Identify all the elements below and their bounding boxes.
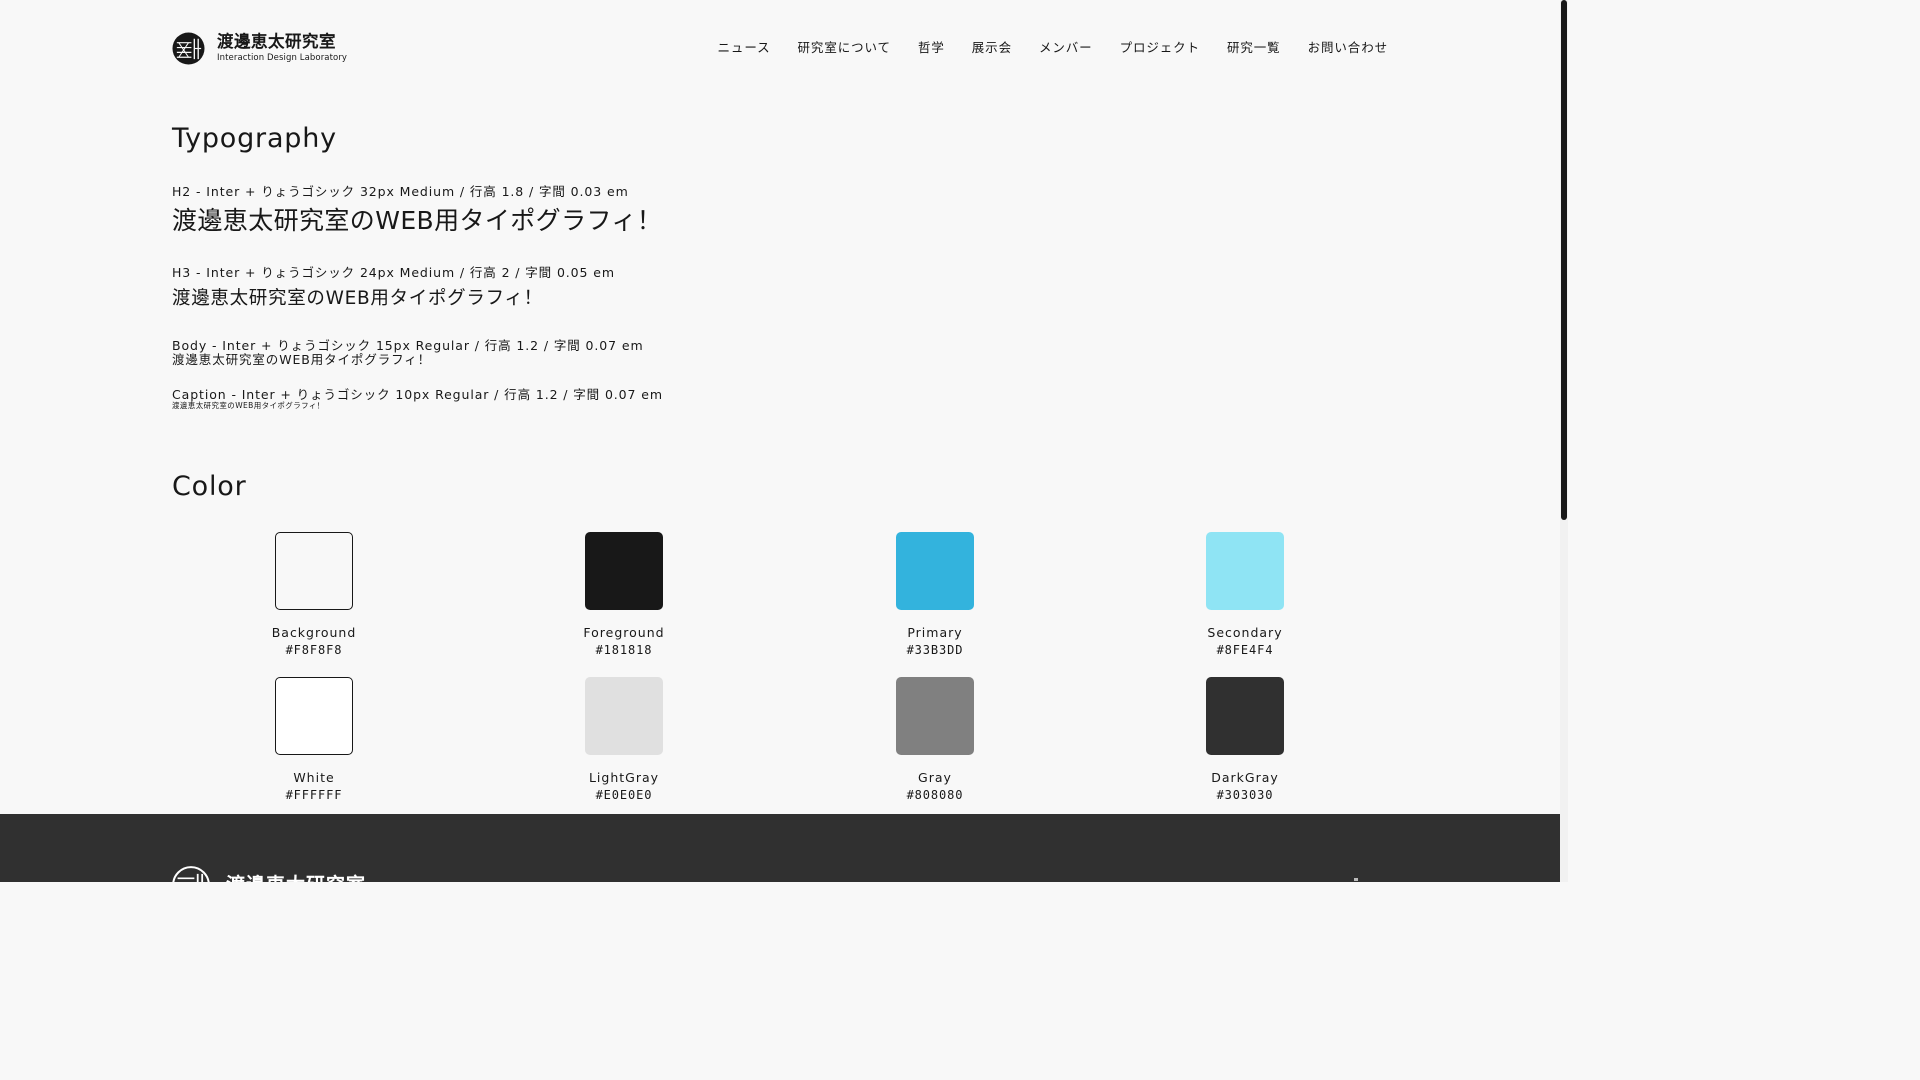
site-logo[interactable]: 渡邊恵太研究室 Interaction Design Laboratory <box>172 32 347 65</box>
footer-decoration <box>1354 878 1358 881</box>
nav-projects[interactable]: プロジェクト <box>1120 40 1200 56</box>
swatch-chip <box>1206 677 1284 755</box>
swatch-name: White <box>293 770 335 785</box>
nav-news[interactable]: ニュース <box>718 40 771 56</box>
color-swatch-darkgray: DarkGray #303030 <box>1165 677 1325 803</box>
swatch-hex: #F8F8F8 <box>285 643 343 657</box>
color-swatch-lightgray: LightGray #E0E0E0 <box>544 677 704 803</box>
nav-philosophy[interactable]: 哲学 <box>918 40 945 56</box>
page: 渡邊恵太研究室 Interaction Design Laboratory ニュ… <box>0 0 1560 882</box>
swatch-chip <box>585 532 663 610</box>
swatch-chip <box>1206 532 1284 610</box>
swatch-name: Background <box>271 625 357 640</box>
swatch-name: Gray <box>918 770 952 785</box>
lab-logo-icon <box>172 866 210 882</box>
main-nav: ニュース 研究室について 哲学 展示会 メンバー プロジェクト 研究一覧 お問い… <box>718 40 1388 56</box>
swatch-hex: #FFFFFF <box>285 788 343 802</box>
body-sample: 渡邊恵太研究室のWEB用タイポグラフィ！ <box>172 352 432 367</box>
h2-spec: H2 - Inter + りょうゴシック 32px Medium / 行高 1.… <box>172 184 629 199</box>
h2-sample: 渡邊恵太研究室のWEB用タイポグラフィ！ <box>172 206 663 235</box>
h3-sample: 渡邊恵太研究室のWEB用タイポグラフィ！ <box>172 288 543 309</box>
swatch-hex: #303030 <box>1216 788 1274 802</box>
logo-subtitle: Interaction Design Laboratory <box>217 53 348 63</box>
swatch-chip <box>275 677 353 755</box>
caption-sample: 渡邊恵太研究室のWEB用タイポグラフィ！ <box>172 401 325 410</box>
swatch-name: Primary <box>907 625 963 640</box>
swatch-chip <box>585 677 663 755</box>
site-header: 渡邊恵太研究室 Interaction Design Laboratory ニュ… <box>172 30 1388 70</box>
footer-logo[interactable]: 渡邊恵太研究室 <box>172 866 366 882</box>
page-scrollbar[interactable] <box>1560 0 1568 882</box>
swatch-name: Foreground <box>583 625 665 640</box>
h3-spec: H3 - Inter + りょうゴシック 24px Medium / 行高 2 … <box>172 265 615 280</box>
scrollbar-thumb[interactable] <box>1561 0 1567 520</box>
nav-contact[interactable]: お問い合わせ <box>1308 40 1388 56</box>
nav-research[interactable]: 研究一覧 <box>1227 40 1281 56</box>
logo-title: 渡邊恵太研究室 <box>217 32 336 51</box>
swatch-chip <box>275 532 353 610</box>
site-footer: 渡邊恵太研究室 <box>0 814 1560 882</box>
color-heading: Color <box>172 471 247 502</box>
swatch-name: DarkGray <box>1211 770 1279 785</box>
typography-heading: Typography <box>172 123 337 154</box>
color-swatch-gray: Gray #808080 <box>855 677 1015 803</box>
swatch-chip <box>896 677 974 755</box>
color-swatch-foreground: Foreground #181818 <box>544 532 704 658</box>
color-swatch-secondary: Secondary #8FE4F4 <box>1165 532 1325 658</box>
color-swatch-white: White #FFFFFF <box>234 677 394 803</box>
nav-members[interactable]: メンバー <box>1039 40 1093 56</box>
swatch-name: Secondary <box>1207 625 1283 640</box>
lab-logo-icon <box>172 32 205 65</box>
color-swatch-primary: Primary #33B3DD <box>855 532 1015 658</box>
swatch-hex: #181818 <box>595 643 653 657</box>
nav-exhibitions[interactable]: 展示会 <box>972 40 1012 56</box>
swatch-hex: #8FE4F4 <box>1216 643 1274 657</box>
footer-logo-title: 渡邊恵太研究室 <box>226 874 366 882</box>
swatch-chip <box>896 532 974 610</box>
swatch-name: LightGray <box>588 770 660 785</box>
swatch-hex: #E0E0E0 <box>595 788 653 802</box>
color-swatch-background: Background #F8F8F8 <box>234 532 394 658</box>
swatch-hex: #33B3DD <box>906 643 964 657</box>
swatch-hex: #808080 <box>906 788 964 802</box>
nav-about[interactable]: 研究室について <box>798 40 891 56</box>
